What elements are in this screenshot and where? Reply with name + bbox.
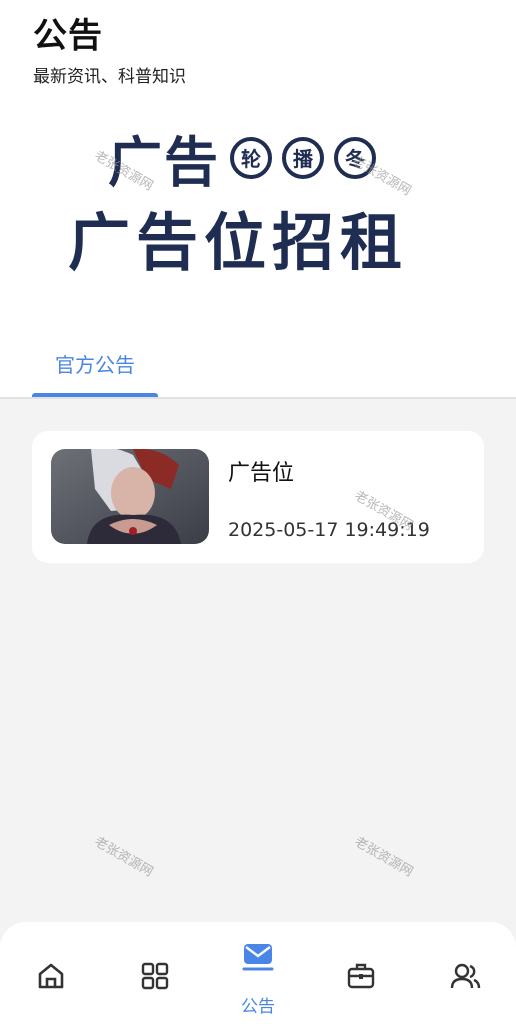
nav-item-categories[interactable]	[120, 922, 190, 1024]
nav-item-profile[interactable]	[430, 922, 500, 1024]
page-subtitle: 最新资讯、科普知识	[33, 67, 186, 87]
announcement-card[interactable]: 广告位 2025-05-17 19:49:19	[32, 431, 484, 563]
header-area: 公告 最新资讯、科普知识 广告 轮 播 冬 广告位招租 官方公告	[0, 0, 516, 398]
tab-label: 官方公告	[55, 353, 135, 377]
grid-icon	[141, 962, 169, 990]
tab-bar: 官方公告	[0, 338, 516, 398]
banner-circle-char: 播	[282, 136, 324, 179]
watermark: 老张资源网	[91, 834, 156, 880]
banner-circle-char: 轮	[230, 136, 272, 179]
ad-banner[interactable]: 广告 轮 播 冬 广告位招租	[0, 108, 516, 283]
mail-icon	[242, 944, 274, 971]
announcement-title: 广告位	[228, 461, 295, 486]
banner-line2-text: 广告位招租	[68, 206, 409, 279]
nav-item-home[interactable]	[16, 922, 86, 1024]
page-title: 公告	[33, 16, 103, 56]
users-icon	[450, 963, 481, 989]
home-icon	[38, 963, 64, 989]
bottom-navigation: 公告	[0, 922, 516, 1024]
nav-label: 公告	[241, 997, 275, 1017]
nav-item-announcements[interactable]: 公告	[223, 922, 293, 1024]
announcement-thumbnail	[51, 449, 209, 544]
briefcase-icon	[347, 963, 375, 989]
tab-official-announcements[interactable]: 官方公告	[32, 338, 158, 398]
nav-item-toolbox[interactable]	[326, 922, 396, 1024]
watermark: 老张资源网	[351, 834, 416, 880]
banner-line1-text: 广告	[108, 131, 220, 194]
tab-divider	[0, 397, 516, 399]
